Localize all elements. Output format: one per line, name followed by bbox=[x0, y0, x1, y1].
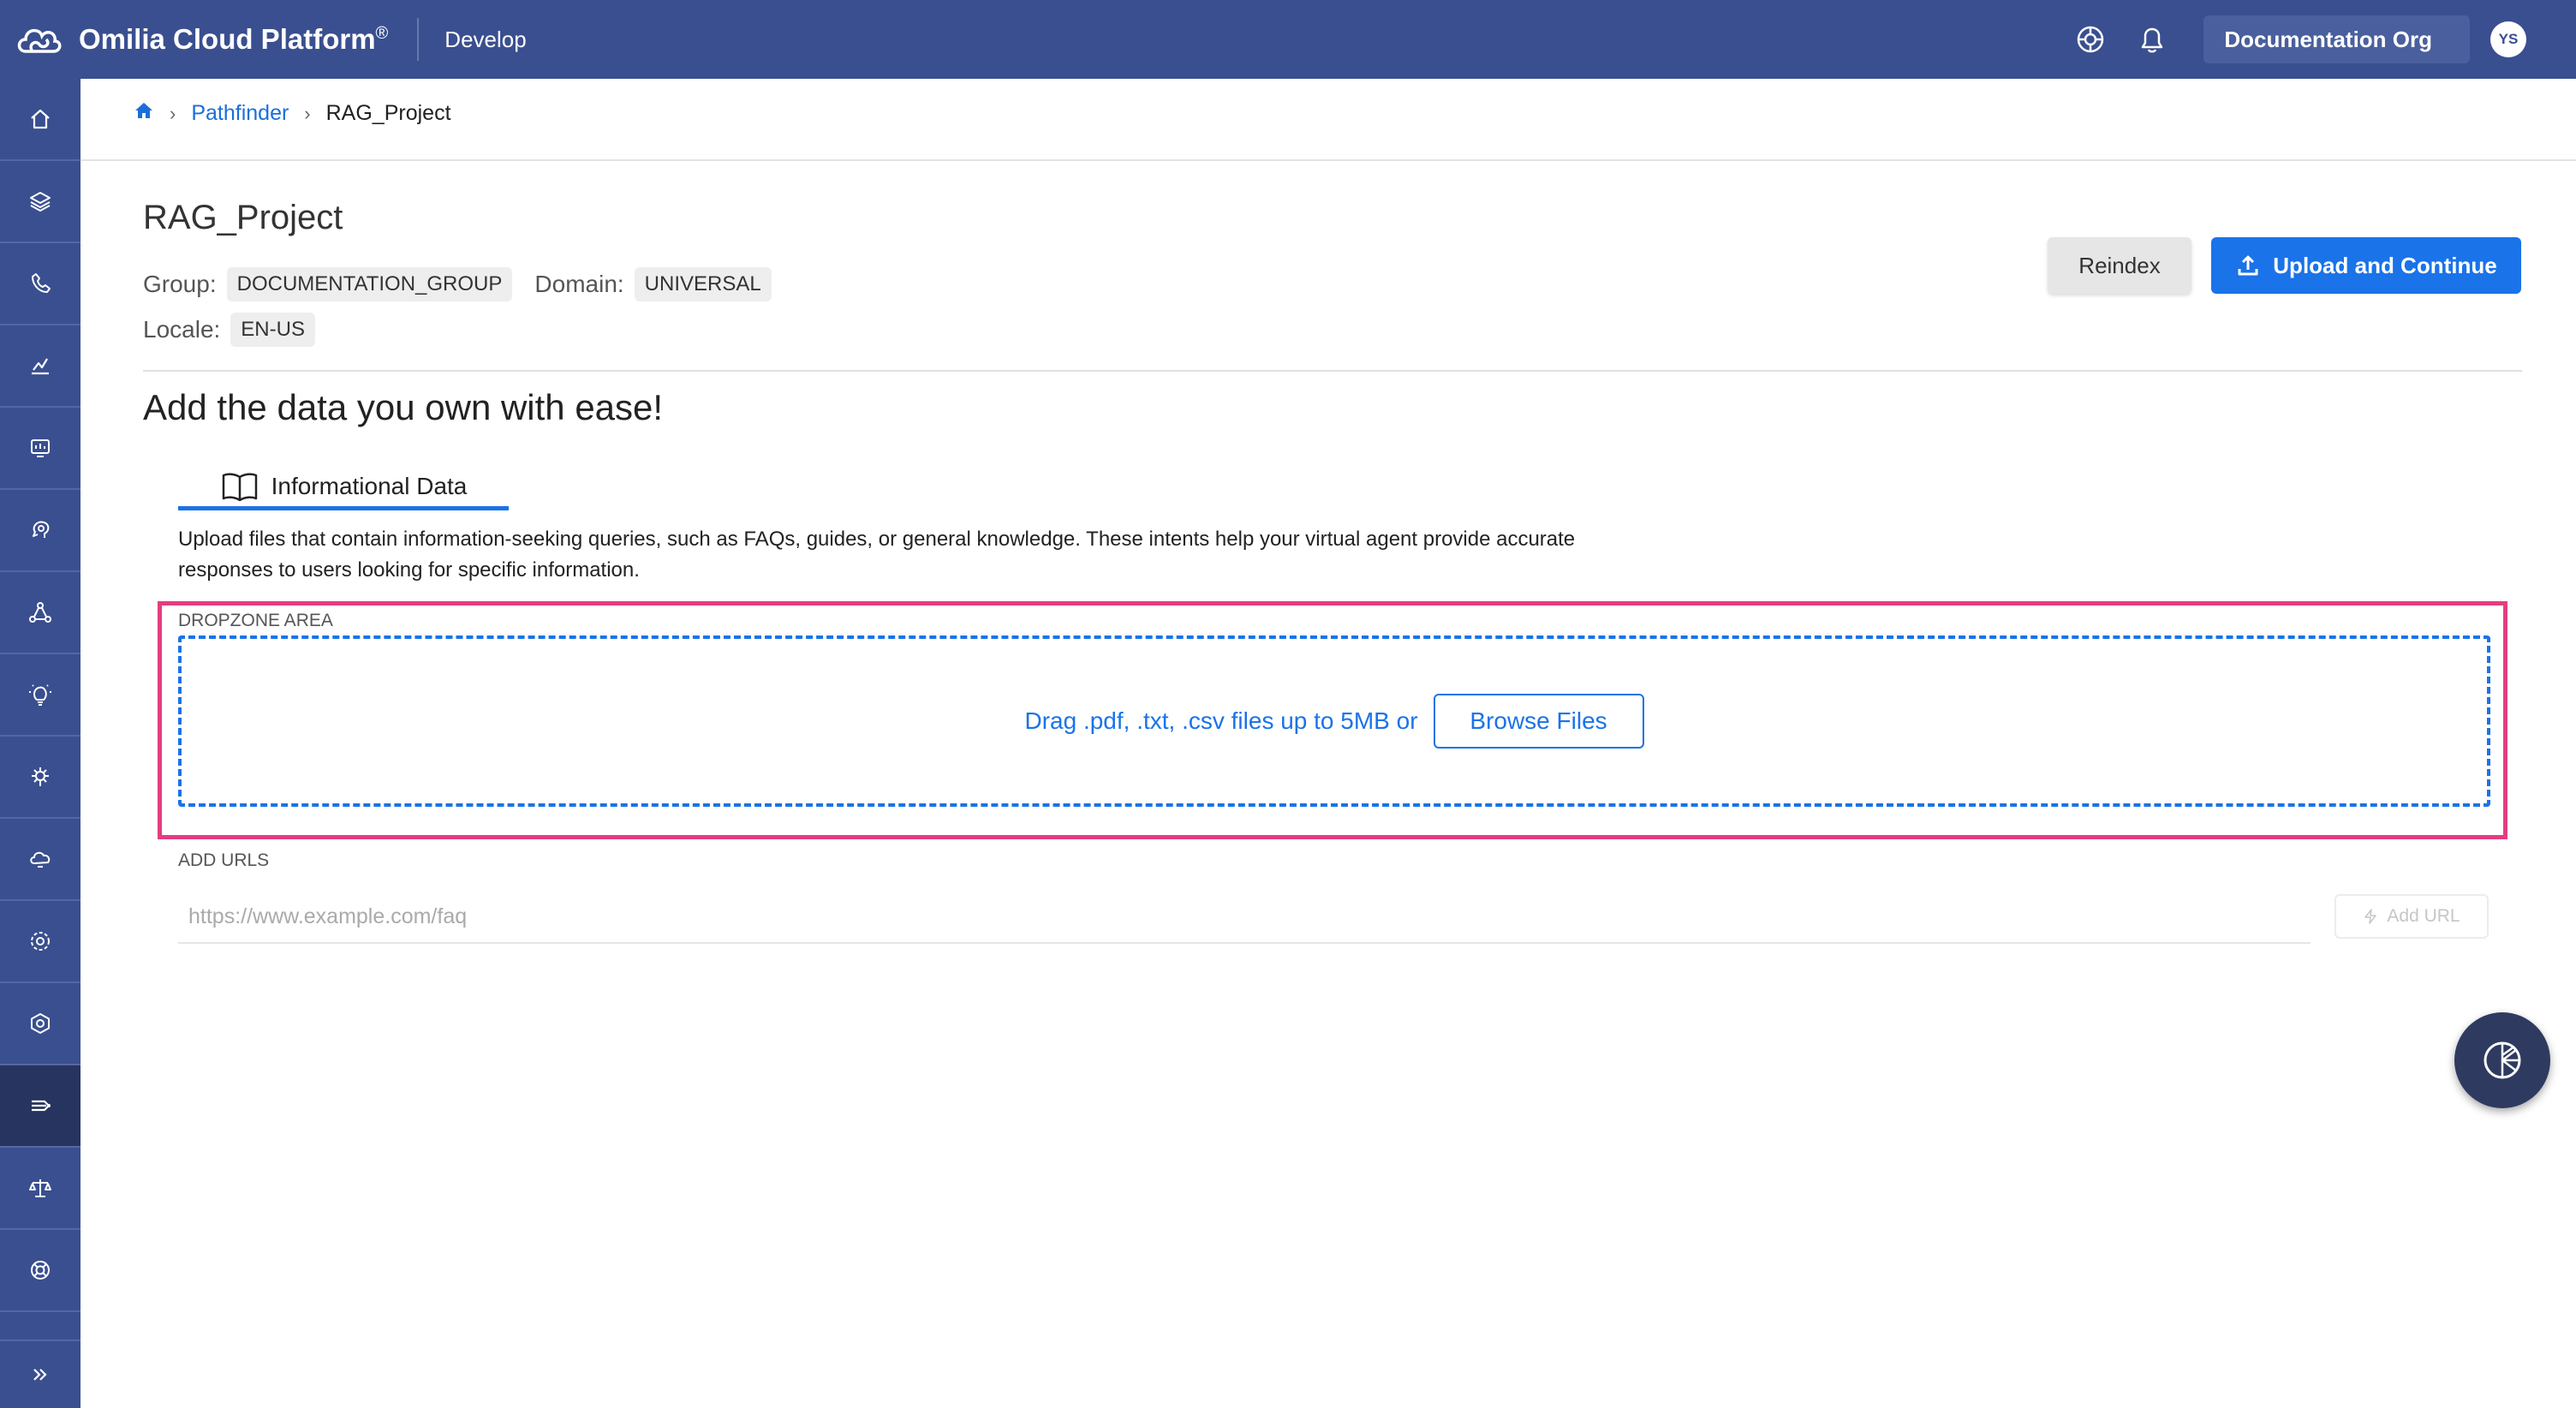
browse-files-button[interactable]: Browse Files bbox=[1433, 694, 1644, 749]
group-chip: DOCUMENTATION_GROUP bbox=[226, 267, 513, 301]
bell-icon[interactable] bbox=[2133, 21, 2171, 58]
add-url-label: Add URL bbox=[2387, 906, 2460, 926]
home-icon[interactable] bbox=[134, 101, 154, 126]
sidebar-item-brain[interactable] bbox=[0, 737, 80, 819]
scales-icon bbox=[29, 1179, 51, 1197]
lightning-icon bbox=[2364, 909, 2377, 924]
breadcrumb: › Pathfinder › RAG_Project bbox=[134, 101, 451, 126]
divider bbox=[143, 370, 2522, 372]
sidebar bbox=[0, 79, 80, 1408]
sidebar-item-monitor[interactable] bbox=[0, 408, 80, 490]
pathfinder-icon bbox=[32, 1100, 51, 1112]
analytics-icon bbox=[32, 358, 49, 375]
locale-chip: EN-US bbox=[230, 313, 315, 347]
sidebar-item-hex-settings[interactable] bbox=[0, 983, 80, 1065]
project-meta-row: Group: DOCUMENTATION_GROUP Domain: UNIVE… bbox=[143, 267, 794, 301]
double-chevron-right-icon bbox=[33, 1369, 47, 1381]
settings-icon bbox=[31, 932, 50, 951]
chevron-right-icon: › bbox=[170, 102, 176, 124]
reindex-button[interactable]: Reindex bbox=[2048, 237, 2191, 294]
breadcrumb-current: RAG_Project bbox=[325, 101, 451, 125]
home-icon bbox=[31, 109, 50, 129]
sidebar-expand-button[interactable] bbox=[0, 1339, 80, 1408]
sidebar-item-settings[interactable] bbox=[0, 901, 80, 983]
file-dropzone[interactable]: Drag .pdf, .txt, .csv files up to 5MB or… bbox=[178, 635, 2490, 807]
brain-icon bbox=[32, 767, 49, 786]
sidebar-item-layers[interactable] bbox=[0, 161, 80, 243]
top-bar: Omilia Cloud Platform® Develop Documenta… bbox=[0, 0, 2576, 79]
breadcrumb-link-pathfinder[interactable]: Pathfinder bbox=[191, 101, 289, 126]
help-center-icon[interactable] bbox=[2072, 21, 2109, 58]
sidebar-item-ideas[interactable] bbox=[0, 654, 80, 737]
monitor-icon bbox=[31, 439, 50, 457]
phone-icon bbox=[32, 273, 51, 293]
add-url-button[interactable]: Add URL bbox=[2334, 894, 2489, 939]
group-label: Group: bbox=[143, 271, 217, 297]
sidebar-item-network[interactable] bbox=[0, 572, 80, 654]
section-label[interactable]: Develop bbox=[444, 27, 526, 53]
org-switcher-button[interactable]: Documentation Org bbox=[2203, 15, 2470, 63]
project-meta-row: Locale: EN-US bbox=[143, 313, 337, 347]
brand[interactable]: Omilia Cloud Platform® bbox=[14, 22, 388, 57]
section-headline: Add the data you own with ease! bbox=[143, 387, 664, 427]
layers-icon bbox=[30, 192, 51, 212]
sidebar-item-cloud[interactable] bbox=[0, 819, 80, 901]
dropzone-label: DROPZONE AREA bbox=[178, 611, 333, 630]
sidebar-item-speech[interactable] bbox=[0, 490, 80, 572]
domain-chip: UNIVERSAL bbox=[634, 267, 772, 301]
network-icon bbox=[29, 602, 51, 623]
dropzone-instructions: Drag .pdf, .txt, .csv files up to 5MB or bbox=[1024, 707, 1418, 734]
upload-and-continue-button[interactable]: Upload and Continue bbox=[2211, 237, 2521, 294]
divider bbox=[80, 159, 2576, 161]
speech-icon bbox=[33, 521, 50, 538]
cloud-icon bbox=[30, 851, 51, 868]
add-urls-label: ADD URLS bbox=[178, 850, 270, 870]
page-title: RAG_Project bbox=[143, 199, 343, 236]
upload-button-label: Upload and Continue bbox=[2273, 252, 2497, 278]
locale-label: Locale: bbox=[143, 316, 221, 343]
lightbulb-icon bbox=[29, 684, 51, 706]
sidebar-item-support[interactable] bbox=[0, 1230, 80, 1312]
tab-label: Informational Data bbox=[271, 472, 468, 499]
lifebuoy-icon bbox=[31, 1261, 50, 1280]
upload-icon bbox=[2238, 255, 2258, 276]
url-input[interactable] bbox=[178, 891, 2311, 944]
tab-informational-data[interactable]: Informational Data bbox=[178, 466, 509, 510]
assistant-icon bbox=[2484, 1041, 2521, 1079]
sidebar-item-analytics[interactable] bbox=[0, 325, 80, 408]
sidebar-item-scales[interactable] bbox=[0, 1148, 80, 1230]
sidebar-item-pathfinder[interactable] bbox=[0, 1065, 80, 1148]
tab-description: Upload files that contain information-se… bbox=[178, 528, 1576, 582]
sidebar-item-phone[interactable] bbox=[0, 243, 80, 325]
brand-name: Omilia Cloud Platform® bbox=[79, 23, 389, 55]
cloud-logo-icon bbox=[17, 28, 62, 53]
chevron-right-icon: › bbox=[304, 102, 311, 124]
hexagon-gear-icon bbox=[31, 1013, 50, 1034]
domain-label: Domain: bbox=[534, 271, 624, 297]
book-icon bbox=[222, 472, 257, 501]
avatar[interactable]: YS bbox=[2490, 21, 2526, 57]
assistant-fab[interactable] bbox=[2454, 1012, 2550, 1108]
sidebar-item-home[interactable] bbox=[0, 79, 80, 161]
divider bbox=[417, 18, 420, 61]
